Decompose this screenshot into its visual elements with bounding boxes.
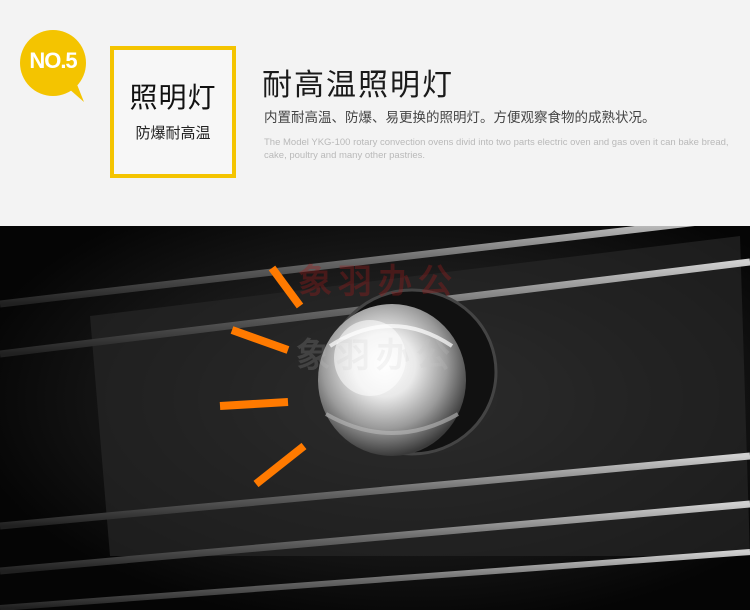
section-heading: 耐高温照明灯 bbox=[262, 68, 454, 103]
section-description: 内置耐高温、防爆、易更换的照明灯。方便观察食物的成熟状况。 bbox=[264, 110, 656, 126]
oven-lamp-photo: 象羽办公 象羽办公 bbox=[0, 226, 750, 610]
lamp-lens bbox=[318, 304, 466, 456]
english-description: The Model YKG-100 rotary convection oven… bbox=[264, 137, 729, 161]
badge-label: NO.5 bbox=[29, 48, 77, 73]
feature-subtitle: 防爆耐高温 bbox=[135, 124, 211, 142]
number-badge: NO.5 bbox=[18, 30, 88, 102]
watermark: 象羽办公 bbox=[298, 262, 458, 302]
header-section: NO.5 照明灯 防爆耐高温 耐高温照明灯 内置耐高温、防爆、易更换的照明灯。方… bbox=[0, 0, 750, 226]
feature-title: 照明灯 bbox=[129, 81, 217, 114]
feature-frame: 照明灯 防爆耐高温 bbox=[110, 46, 236, 178]
watermark-echo: 象羽办公 bbox=[296, 336, 456, 376]
